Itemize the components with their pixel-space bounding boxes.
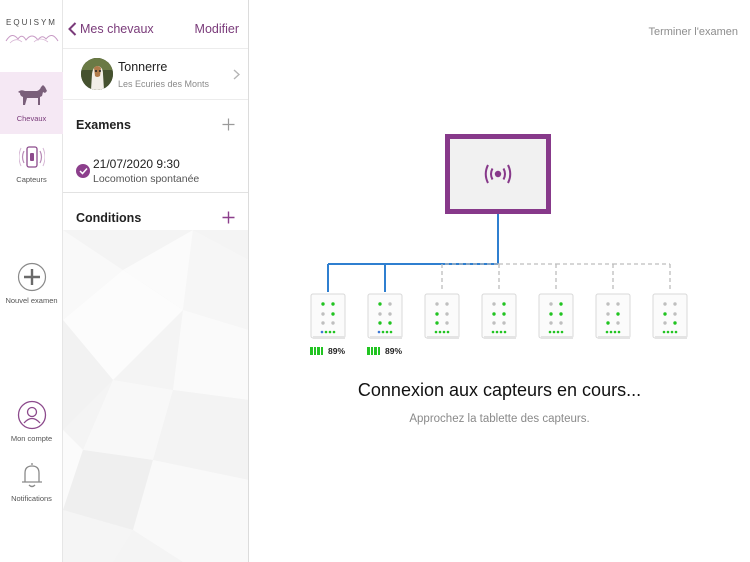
rail-item-label: Notifications [11, 494, 52, 503]
rail-item-label: Nouvel examen [5, 296, 58, 305]
rail-item-horses[interactable]: Chevaux [0, 72, 63, 134]
sensor-device-1 [309, 292, 347, 340]
horse-name: Tonnerre [118, 60, 168, 74]
sensor-device-6 [594, 292, 632, 340]
battery-icon [310, 347, 324, 355]
conditions-title: Conditions [76, 211, 142, 225]
sensor-device-7 [651, 292, 689, 340]
exams-title: Examens [76, 118, 131, 132]
rail-item-new-exam[interactable]: Nouvel examen [0, 262, 63, 305]
rail-item-label: Chevaux [16, 114, 47, 123]
background-pattern [63, 230, 248, 562]
sensor-device-icon [424, 293, 460, 339]
divider [63, 192, 248, 193]
tablet-hub [445, 134, 551, 214]
sensor-device-icon [652, 293, 688, 339]
horse-avatar [81, 58, 113, 90]
battery-level: 89% [328, 346, 346, 356]
sensor-device-icon [481, 293, 517, 339]
user-icon [17, 400, 46, 430]
horse-stable: Les Ecuries des Monts [118, 79, 210, 89]
horse-summary-row[interactable]: Tonnerre Les Ecuries des Monts [63, 48, 248, 100]
connection-status-title: Connexion aux capteurs en cours... [357, 380, 642, 400]
rail-item-label: Capteurs [16, 175, 47, 184]
edit-button[interactable]: Modifier [195, 22, 239, 36]
left-rail: EQUISYM Chevaux Capteurs Nouvel examen M… [0, 0, 63, 562]
sensor-device-icon [367, 293, 403, 339]
battery-level: 89% [385, 346, 403, 356]
rail-item-notifications[interactable]: Notifications [0, 460, 63, 504]
sensor-device-2 [366, 292, 404, 340]
sensor-device-5 [537, 292, 575, 340]
bell-icon [21, 463, 42, 488]
sensor-device-icon [310, 293, 346, 339]
sensor-device-4 [480, 292, 518, 340]
sensor-icon [18, 146, 45, 168]
exam-list-item[interactable]: 21/07/2020 9:30 Locomotion spontanée [63, 150, 248, 192]
rail-item-account[interactable]: Mon compte [0, 400, 63, 443]
exam-date: 21/07/2020 9:30 [93, 157, 180, 171]
exam-done-check-icon [76, 164, 90, 178]
rail-item-label: Mon compte [10, 434, 53, 443]
back-button[interactable]: Mes chevaux [68, 22, 154, 36]
chevron-right-icon [233, 69, 240, 80]
horse-photo-icon [81, 58, 113, 90]
add-exam-button[interactable] [222, 118, 235, 131]
broadcast-icon [484, 164, 512, 184]
connection-status-subtitle: Approchez la tablette des capteurs. [409, 413, 590, 425]
panel-content: Mes chevaux Modifier Tonnerre Les Ecurie… [63, 0, 248, 230]
app-window: EQUISYM Chevaux Capteurs Nouvel examen M… [0, 0, 750, 562]
brand-logo: EQUISYM [0, 18, 63, 45]
sensor-device-icon [595, 293, 631, 339]
exam-type: Locomotion spontanée [93, 173, 200, 185]
sensor-device-icon [538, 293, 574, 339]
battery-icon [367, 347, 381, 355]
sensor-battery: 89% [310, 346, 345, 356]
exam-connection-view: Terminer l'examen 89% 89% Connexion aux c… [249, 0, 750, 562]
plus-circle-icon [17, 262, 46, 292]
horse-icon [17, 85, 47, 105]
chevron-left-icon [68, 22, 77, 36]
sensor-device-3 [423, 292, 461, 340]
horse-detail-panel: Mes chevaux Modifier Tonnerre Les Ecurie… [63, 0, 249, 562]
sensor-battery: 89% [367, 346, 402, 356]
logo-ornament-icon [5, 35, 58, 44]
logo-text: EQUISYM [6, 18, 57, 27]
add-condition-button[interactable] [222, 211, 235, 224]
back-label: Mes chevaux [80, 22, 154, 36]
rail-item-sensors[interactable]: Capteurs [0, 140, 63, 186]
